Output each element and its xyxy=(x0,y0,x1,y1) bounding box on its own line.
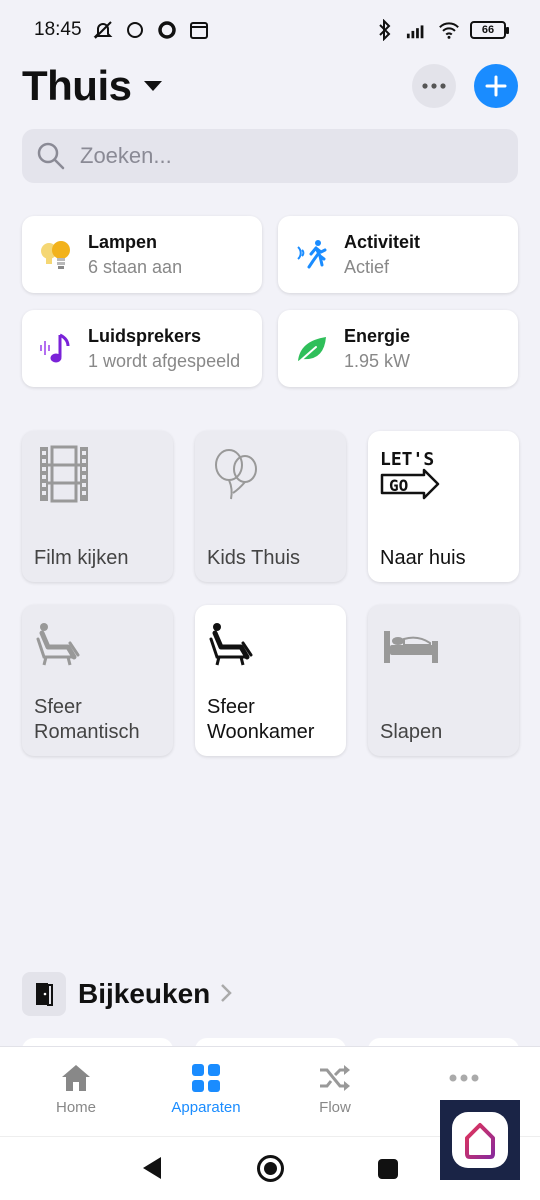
search-icon xyxy=(37,142,65,170)
ellipsis-icon xyxy=(422,83,446,89)
status-bar: 18:45 66 xyxy=(0,0,540,60)
tab-label: Flow xyxy=(319,1099,351,1116)
shuffle-icon xyxy=(320,1065,350,1091)
flow-tile-slapen[interactable]: Slapen xyxy=(368,605,519,756)
recliner-icon xyxy=(209,623,253,666)
add-button[interactable] xyxy=(474,64,518,108)
recent-apps-icon[interactable] xyxy=(378,1159,398,1179)
flow-label: Sfeer Romantisch xyxy=(34,696,140,743)
svg-text:GO: GO xyxy=(389,476,408,495)
tab-home[interactable]: Home xyxy=(11,1047,141,1137)
summary-label: Energie xyxy=(344,325,411,346)
tab-flow[interactable]: Flow xyxy=(270,1047,400,1137)
chevron-right-icon xyxy=(220,979,233,1010)
summary-card-energie[interactable]: Energie 1.95 kW xyxy=(278,310,518,387)
caret-down-icon[interactable] xyxy=(143,81,162,91)
calendar-icon xyxy=(188,19,210,41)
house-logo-icon xyxy=(465,1123,495,1159)
film-icon xyxy=(40,445,88,503)
mute-icon xyxy=(92,19,114,41)
header: Thuis xyxy=(22,58,518,114)
summary-sub: 1 wordt afgespeeld xyxy=(88,350,241,371)
search-input[interactable]: Zoeken... xyxy=(22,129,518,183)
tab-apparaten[interactable]: Apparaten xyxy=(141,1047,271,1137)
music-note-icon xyxy=(38,331,74,367)
summary-card-lampen[interactable]: Lampen 6 staan aan xyxy=(22,216,262,293)
app-logo xyxy=(440,1100,520,1180)
plus-icon xyxy=(485,75,507,97)
door-icon xyxy=(22,972,66,1016)
more-options-button[interactable] xyxy=(412,64,456,108)
leaf-icon xyxy=(294,331,330,367)
home-button-icon[interactable] xyxy=(257,1155,284,1182)
flow-label: Sfeer Woonkamer xyxy=(207,696,315,743)
summary-label: Activiteit xyxy=(344,231,421,252)
flow-tile-naar-huis[interactable]: LET'S GO Naar huis xyxy=(368,431,519,582)
status-time: 18:45 xyxy=(34,19,82,40)
flow-tile-kids-thuis[interactable]: Kids Thuis xyxy=(195,431,346,582)
tab-label: Home xyxy=(55,1099,96,1116)
summary-sub: 1.95 kW xyxy=(344,350,411,371)
battery-indicator: 66 xyxy=(470,21,509,39)
home-icon xyxy=(62,1065,90,1091)
summary-label: Lampen xyxy=(88,231,158,252)
home-title[interactable]: Thuis xyxy=(22,62,132,110)
flow-label: Film kijken xyxy=(34,546,129,569)
flow-tile-film-kijken[interactable]: Film kijken xyxy=(22,431,173,582)
flow-label: Slapen xyxy=(380,720,443,743)
flow-label: Naar huis xyxy=(380,546,466,569)
more-icon xyxy=(449,1074,479,1082)
flow-tile-sfeer-romantisch[interactable]: Sfeer Romantisch xyxy=(22,605,173,756)
section-title: Bijkeuken xyxy=(78,978,211,1009)
motion-icon xyxy=(294,237,330,273)
wifi-icon xyxy=(438,19,460,41)
recliner-icon xyxy=(36,623,80,666)
back-icon[interactable] xyxy=(143,1157,161,1179)
bed-icon xyxy=(384,631,438,663)
summary-label: Luidsprekers xyxy=(88,325,202,346)
section-header[interactable]: Bijkeuken xyxy=(22,972,233,1016)
flow-tile-sfeer-woonkamer[interactable]: Sfeer Woonkamer xyxy=(195,605,346,756)
balloons-icon xyxy=(215,449,257,500)
svg-text:LET'S: LET'S xyxy=(380,449,434,470)
bluetooth-icon xyxy=(374,19,396,41)
grid-icon xyxy=(192,1064,220,1092)
bulb-icon xyxy=(38,237,74,273)
ring-icon xyxy=(156,19,178,41)
flow-label: Kids Thuis xyxy=(207,546,301,569)
tab-label: Apparaten xyxy=(171,1099,241,1116)
lets-go-icon: LET'S GO xyxy=(380,449,440,500)
signal-icon xyxy=(406,19,428,41)
search-placeholder: Zoeken... xyxy=(80,143,172,168)
summary-card-luidsprekers[interactable]: Luidsprekers 1 wordt afgespeeld xyxy=(22,310,262,387)
summary-sub: Actief xyxy=(344,256,390,277)
summary-card-activiteit[interactable]: Activiteit Actief xyxy=(278,216,518,293)
circle-icon xyxy=(124,19,146,41)
summary-sub: 6 staan aan xyxy=(88,256,183,277)
